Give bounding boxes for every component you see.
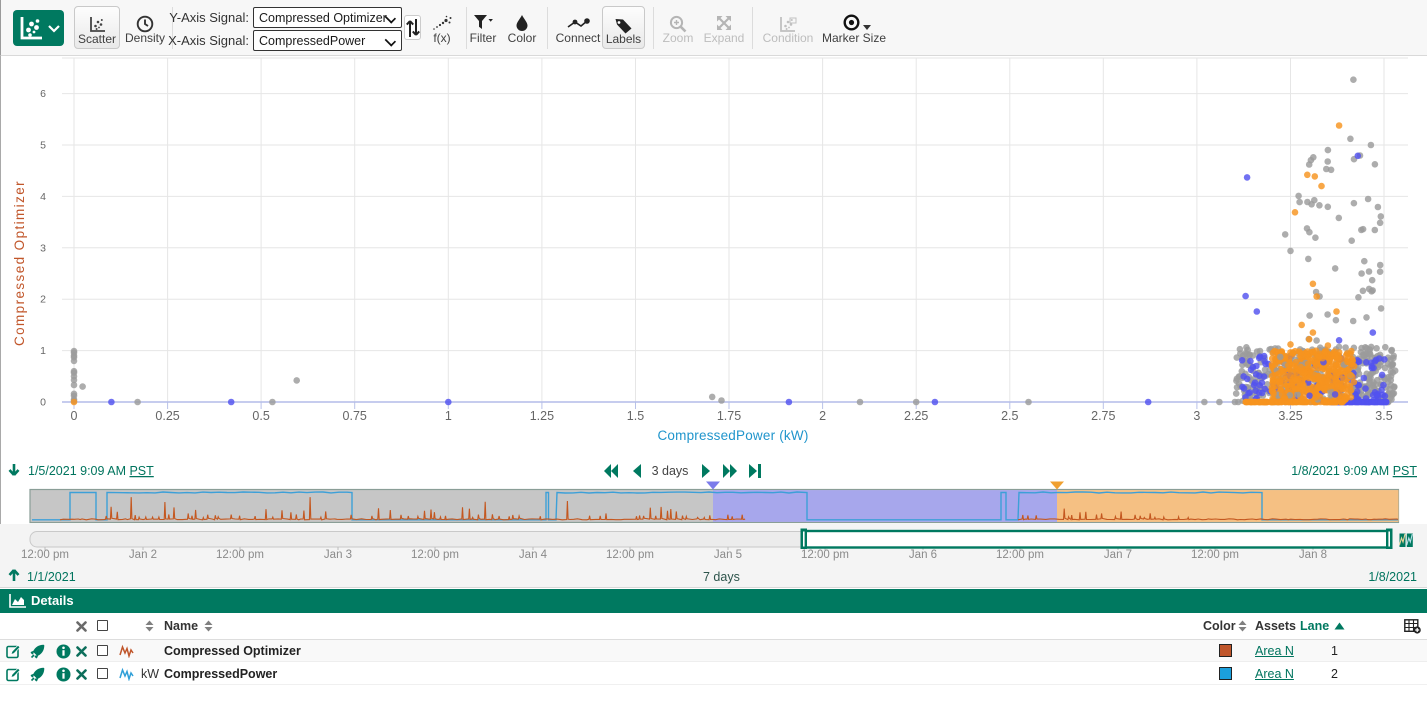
svg-text:3.25: 3.25 — [1278, 409, 1302, 423]
svg-text:1/8/2021: 1/8/2021 — [1368, 570, 1417, 584]
svg-text:Jan 8: Jan 8 — [1299, 549, 1327, 561]
svg-text:3.5: 3.5 — [1375, 409, 1392, 423]
svg-text:6: 6 — [40, 88, 46, 100]
svg-text:0: 0 — [40, 397, 46, 409]
svg-text:Jan 3: Jan 3 — [324, 549, 352, 561]
svg-text:Jan 2: Jan 2 — [129, 549, 157, 561]
svg-text:1: 1 — [40, 345, 46, 357]
svg-text:Jan 7: Jan 7 — [1104, 549, 1132, 561]
svg-text:1.5: 1.5 — [627, 409, 644, 423]
svg-text:1.25: 1.25 — [530, 409, 554, 423]
svg-text:1/5/2021 9:09 AM PST: 1/5/2021 9:09 AM PST — [28, 464, 154, 478]
svg-text:0: 0 — [71, 409, 78, 423]
svg-text:12:00 pm: 12:00 pm — [606, 549, 654, 561]
svg-text:7 days: 7 days — [703, 570, 740, 584]
svg-text:3: 3 — [40, 242, 46, 254]
svg-text:12:00 pm: 12:00 pm — [801, 549, 849, 561]
svg-text:0.5: 0.5 — [252, 409, 269, 423]
svg-text:12:00 pm: 12:00 pm — [996, 549, 1044, 561]
svg-text:1: 1 — [445, 409, 452, 423]
svg-text:Jan 5: Jan 5 — [714, 549, 742, 561]
svg-text:3: 3 — [1193, 409, 1200, 423]
svg-text:2: 2 — [819, 409, 826, 423]
svg-text:12:00 pm: 12:00 pm — [411, 549, 459, 561]
svg-text:4: 4 — [40, 191, 46, 203]
svg-text:2.75: 2.75 — [1091, 409, 1115, 423]
svg-text:5: 5 — [40, 140, 46, 152]
svg-text:2: 2 — [40, 294, 46, 306]
svg-text:CompressedPower (kW): CompressedPower (kW) — [657, 428, 808, 443]
svg-text:0.75: 0.75 — [343, 409, 367, 423]
svg-text:3 days: 3 days — [652, 464, 689, 478]
svg-text:Compressed Optimizer: Compressed Optimizer — [12, 180, 27, 346]
svg-text:2.25: 2.25 — [904, 409, 928, 423]
svg-text:12:00 pm: 12:00 pm — [21, 549, 69, 561]
svg-text:12:00 pm: 12:00 pm — [1191, 549, 1239, 561]
svg-text:2.5: 2.5 — [1001, 409, 1018, 423]
svg-text:1/8/2021 9:09 AM PST: 1/8/2021 9:09 AM PST — [1291, 464, 1417, 478]
svg-text:1.75: 1.75 — [717, 409, 741, 423]
svg-text:12:00 pm: 12:00 pm — [216, 549, 264, 561]
svg-text:Jan 4: Jan 4 — [519, 549, 548, 561]
svg-text:0.25: 0.25 — [155, 409, 179, 423]
svg-text:1/1/2021: 1/1/2021 — [27, 570, 76, 584]
svg-text:Jan 6: Jan 6 — [909, 549, 937, 561]
